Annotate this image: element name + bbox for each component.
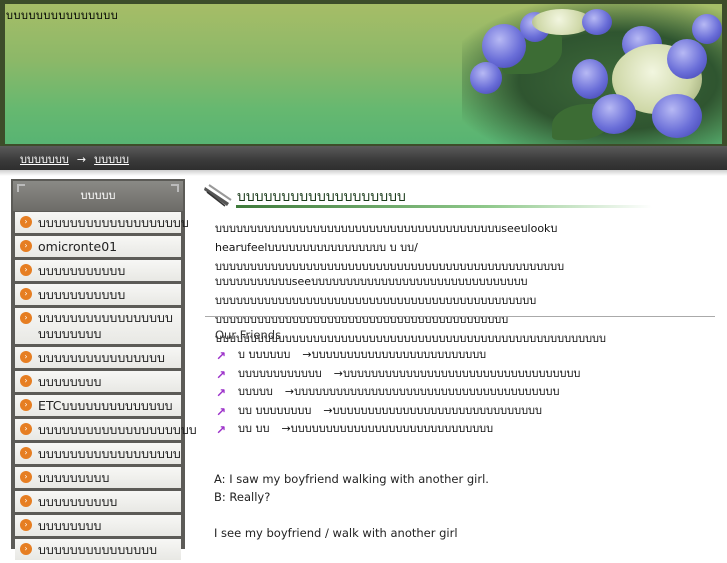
friend-desc: →บบบบบบบบบบบบบบบบบบบบบบบบบบบบบบบบบบบบบบ [284,385,560,398]
sidebar-item[interactable]: › บบบบบบบบบบบบบบบบ [15,347,181,368]
breadcrumb: บบบบบบบ → บบบบบ [20,150,129,168]
sidebar-item-label: บบบบบบบบบบบบบบบ [38,542,158,557]
sidebar-item[interactable]: › บบบบบบบบบบบบบบบบบบบ [15,212,189,233]
diagonal-arrow-icon: ↗ [216,367,227,382]
friend-link[interactable]: ↗ บบบบบบบบบบบบ →บบบบบบบบบบบบบบบบบบบบบบบบบบ… [216,365,716,384]
sidebar-item-label: บบบบบบบบบบบบบบบบบบบ [38,215,189,230]
example-sentence-a: A: I saw my boyfriend walking with anoth… [214,472,489,486]
friend-desc: →บบบบบบบบบบบบบบบบบบบบบบบบบบบบบ [281,422,494,435]
section-divider [205,316,715,317]
friend-name[interactable]: บบ บบบบบบบบ [238,404,311,417]
sidebar-title: บบบบบ [13,181,183,211]
friend-desc: →บบบบบบบบบบบบบบบบบบบบบบบบบบบบบบ [323,403,543,417]
sidebar-item[interactable]: › บบบบบบบบ [15,371,181,392]
arrow-bullet-icon: › [20,375,32,387]
hydrangea-image [462,4,722,144]
sidebar-item[interactable]: › บบบบบบบบบบบบบบบบบบบบบบบบบ [15,308,181,344]
sidebar-item[interactable]: › บบบบบบบบบบ [15,491,181,512]
friend-link[interactable]: ↗ บ บบบบบบ →บบบบบบบบบบบบบบบบบบบบบบบบบ [216,346,716,365]
header-banner: บบบบบบบบบบบบบบบ [5,4,722,144]
arrow-bullet-icon: › [20,447,32,459]
arrow-bullet-icon: › [20,495,32,507]
navbar: บบบบบบบ → บบบบบ [0,146,727,170]
friends-heading: Our Friends [215,328,282,342]
sidebar-item-label: บบบบบบบบบบบบบบบบ [38,350,165,365]
arrow-bullet-icon: › [20,216,32,228]
header: บบบบบบบบบบบบบบบ [0,0,727,146]
sidebar-item-label: บบบบบบบบบบบ [38,287,126,302]
arrow-bullet-icon: › [20,423,32,435]
example-sentence-structure: I see my boyfriend / walk with another g… [214,526,458,540]
diagonal-arrow-icon: ↗ [216,423,227,437]
arrow-bullet-icon: › [20,240,32,252]
sidebar-item[interactable]: › บบบบบบบบ [15,515,181,536]
friend-name[interactable]: บบบบบ [238,385,273,398]
sidebar-title-text: บบบบบ [80,189,116,202]
breadcrumb-current-link[interactable]: บบบบบ [94,153,129,166]
sidebar-menu: › บบบบบบบบบบบบบบบบบบบ › omicronte01 › บบบบบ… [15,212,197,563]
sidebar-item[interactable]: › บบบบบบบบบ [15,467,181,488]
sidebar-item[interactable]: › บบบบบบบบบบบ [15,260,181,281]
sidebar-item-label: บบบบบบบบบบ [38,494,118,509]
sidebar-item[interactable]: › บบบบบบบบบบบบบบบ [15,539,181,560]
arrow-bullet-icon: › [20,519,32,531]
sidebar-item-label: บบบบบบบบ [38,374,102,389]
navbar-shadow [0,170,727,176]
title-underline [236,205,652,208]
arrow-bullet-icon: › [20,264,32,276]
article-title-bar: บบบบบบบบบบบบบบบบบบบ [200,181,652,211]
diagonal-arrow-icon: ↗ [216,386,227,400]
feather-pen-icon [204,184,232,207]
arrow-bullet-icon: › [20,312,32,324]
sidebar-item[interactable]: › บบบบบบบบบบบบบบบบบบ [15,443,181,464]
sidebar-item[interactable]: › ETCบบบบบบบบบบบบบบ [15,395,181,416]
sidebar-item-label: บบบบบบบบบบบบบบบบบบบบ [38,422,197,437]
friend-name[interactable]: บ บบบบบบ [238,348,290,361]
site-title[interactable]: บบบบบบบบบบบบบบบ [6,6,118,24]
friend-desc: →บบบบบบบบบบบบบบบบบบบบบบบบบบบบบบบบบบ [333,366,581,380]
sidebar-item-label: ETCบบบบบบบบบบบบบบ [38,398,173,413]
friend-link[interactable]: ↗ บบ บบบบบบบบ →บบบบบบบบบบบบบบบบบบบบบบบบบบบ… [216,402,716,421]
breadcrumb-separator: → [76,153,87,166]
friend-desc: →บบบบบบบบบบบบบบบบบบบบบบบบบ [302,348,487,361]
sidebar-item-label: omicronte01 [38,239,118,254]
article-paragraph-2: บบบบบบบบบบบseeบบบบบบบบบบบบบบบบบบบบบบบบบบ… [215,275,607,345]
sidebar-item[interactable]: › บบบบบบบบบบบ [15,284,181,305]
sidebar-item-label: บบบบบบบบบบบ [38,263,126,278]
sidebar: บบบบบ › บบบบบบบบบบบบบบบบบบบ › omicronte01 … [11,179,197,560]
friend-link[interactable]: ↗ บบบบบ →บบบบบบบบบบบบบบบบบบบบบบบบบบบบบบบบบ… [216,383,716,402]
arrow-bullet-icon: › [20,288,32,300]
sidebar-item[interactable]: › บบบบบบบบบบบบบบบบบบบบ [15,419,197,440]
sidebar-item-label: บบบบบบบบบบบบบบบบบบบบบบบบบ [38,310,173,341]
diagonal-arrow-icon: ↗ [216,349,227,363]
breadcrumb-home-link[interactable]: บบบบบบบ [20,153,69,166]
diagonal-arrow-icon: ↗ [216,404,227,419]
sidebar-item-label: บบบบบบบบ [38,518,102,533]
article-paragraph-1: บบบบบบบบบบบบบบบบบบบบบบบบบบบบบบบบบบบบบบบบ… [215,222,565,273]
arrow-bullet-icon: › [20,399,32,411]
friend-link[interactable]: ↗ บบ บบ →บบบบบบบบบบบบบบบบบบบบบบบบบบบบบ [216,420,716,439]
example-sentence-b: B: Really? [214,490,271,504]
sidebar-item[interactable]: › omicronte01 [15,236,181,257]
friend-name[interactable]: บบบบบบบบบบบบ [238,367,322,380]
sidebar-item-label: บบบบบบบบบ [38,470,110,485]
friend-name[interactable]: บบ บบ [238,422,269,435]
arrow-bullet-icon: › [20,351,32,363]
arrow-bullet-icon: › [20,471,32,483]
sidebar-item-label: บบบบบบบบบบบบบบบบบบ [38,446,181,461]
friends-list: ↗ บ บบบบบบ →บบบบบบบบบบบบบบบบบบบบบบบบบ ↗ บบบ… [216,346,716,439]
